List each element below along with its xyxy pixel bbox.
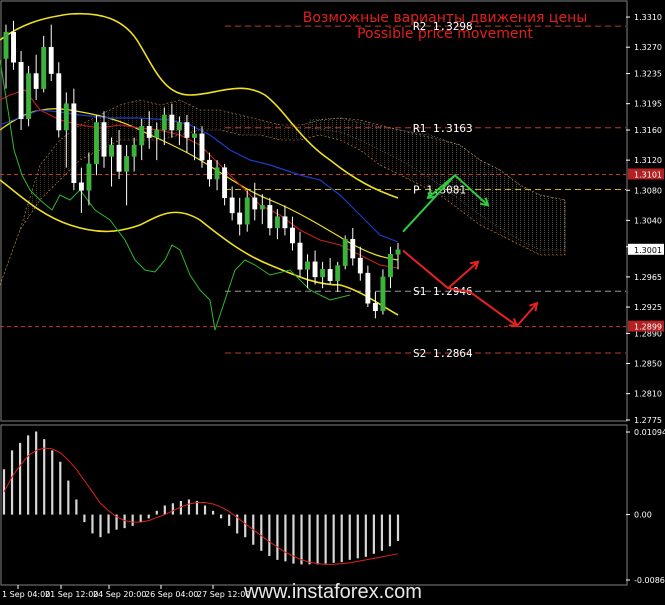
candle [282,205,288,236]
price-tick-label: 1.2850 [634,360,662,369]
time-tick-label: 21 Sep 12:00 [45,590,98,599]
candle [131,137,137,172]
price-tick-label: 1.2965 [634,273,662,282]
price-tick-label: 1.2925 [634,303,662,312]
candle [56,62,62,138]
candle [94,114,99,176]
level-label-r1: R1 1.3163 [413,122,473,135]
candle [350,227,356,266]
candle [124,145,130,206]
candle [252,182,258,221]
candle [18,50,24,131]
candle [237,197,243,236]
macd-panel-frame [0,424,628,586]
level-label-s2: S2 1.2864 [413,347,473,360]
candle [372,291,378,319]
price-tick-label: 1.2810 [634,390,662,399]
macd-axis: 0.01094 0.00 -0.00867 [626,428,665,585]
price-tag-label: 1.3101 [634,170,662,179]
macd-tick-label: 0.00 [634,511,652,520]
price-tick-label: 1.3040 [634,216,662,225]
time-tick-label: 24 Sep 20:00 [93,590,146,599]
candle [229,186,235,221]
price-tick-label: 1.3235 [634,70,662,79]
candle [214,160,220,191]
price-tag-label: 1.3001 [634,246,662,255]
candle [259,194,265,225]
time-tick-label: 27 Sep 12:00 [197,590,250,599]
bearish-scenario-path [402,249,479,290]
candle [109,137,114,187]
candle [297,231,303,277]
candle [342,235,348,270]
bollinger-lower-line [0,179,399,316]
candle [26,66,32,127]
macd-indicator [2,431,400,565]
candle [327,258,333,285]
candle [388,246,393,289]
chart-title: Возможные варианты движения цены [303,10,588,26]
level-label-p: P 1.3081 [413,184,466,197]
macd-tick-label: -0.00867 [634,576,665,585]
candle [335,261,341,292]
candle [357,246,363,281]
price-tick-label: 1.3160 [634,126,662,135]
candle [365,265,371,308]
candle [86,152,92,206]
bearish-scenario-rebound [516,302,538,327]
candle [312,250,318,285]
candle [222,163,228,206]
candle [395,243,401,270]
candle [305,254,310,289]
price-tick-label: 1.3270 [634,43,662,52]
price-tick-label: 1.2775 [634,416,662,425]
macd-signal-line [3,447,399,565]
price-tick-label: 1.3310 [634,13,662,22]
candle [33,54,39,100]
candle [3,24,9,89]
candle [244,190,250,232]
price-chart: R2 1.3298R1 1.3163P 1.3081S1 1.2946S2 1.… [0,0,665,603]
price-tick-label: 1.3080 [634,186,662,195]
price-tick-label: 1.3120 [634,156,662,165]
price-tag-label: 1.2899 [634,323,662,332]
candle [290,216,295,251]
macd-tick-label: 0.01094 [634,428,665,437]
candle [71,88,77,191]
price-axis: 1.3310 1.3270 1.3235 1.3195 1.3160 1.3120 1.30… [626,13,664,425]
chart-subtitle: Possible price movement [357,26,533,42]
price-tick-label: 1.3195 [634,100,662,109]
candle [11,20,16,70]
time-tick-label: 26 Sep 04:00 [145,590,198,599]
chikou-line [0,59,351,331]
candle [274,209,280,240]
candle [48,24,54,82]
time-axis: 1 Sep 04:0021 Sep 12:0024 Sep 20:0026 Se… [2,585,250,599]
time-tick-label: 1 Sep 04:00 [2,590,50,599]
watermark-text: www.instaforex.com [243,581,422,603]
candle [207,152,212,187]
candle [380,269,386,315]
candle [267,197,273,236]
candle [41,35,47,93]
